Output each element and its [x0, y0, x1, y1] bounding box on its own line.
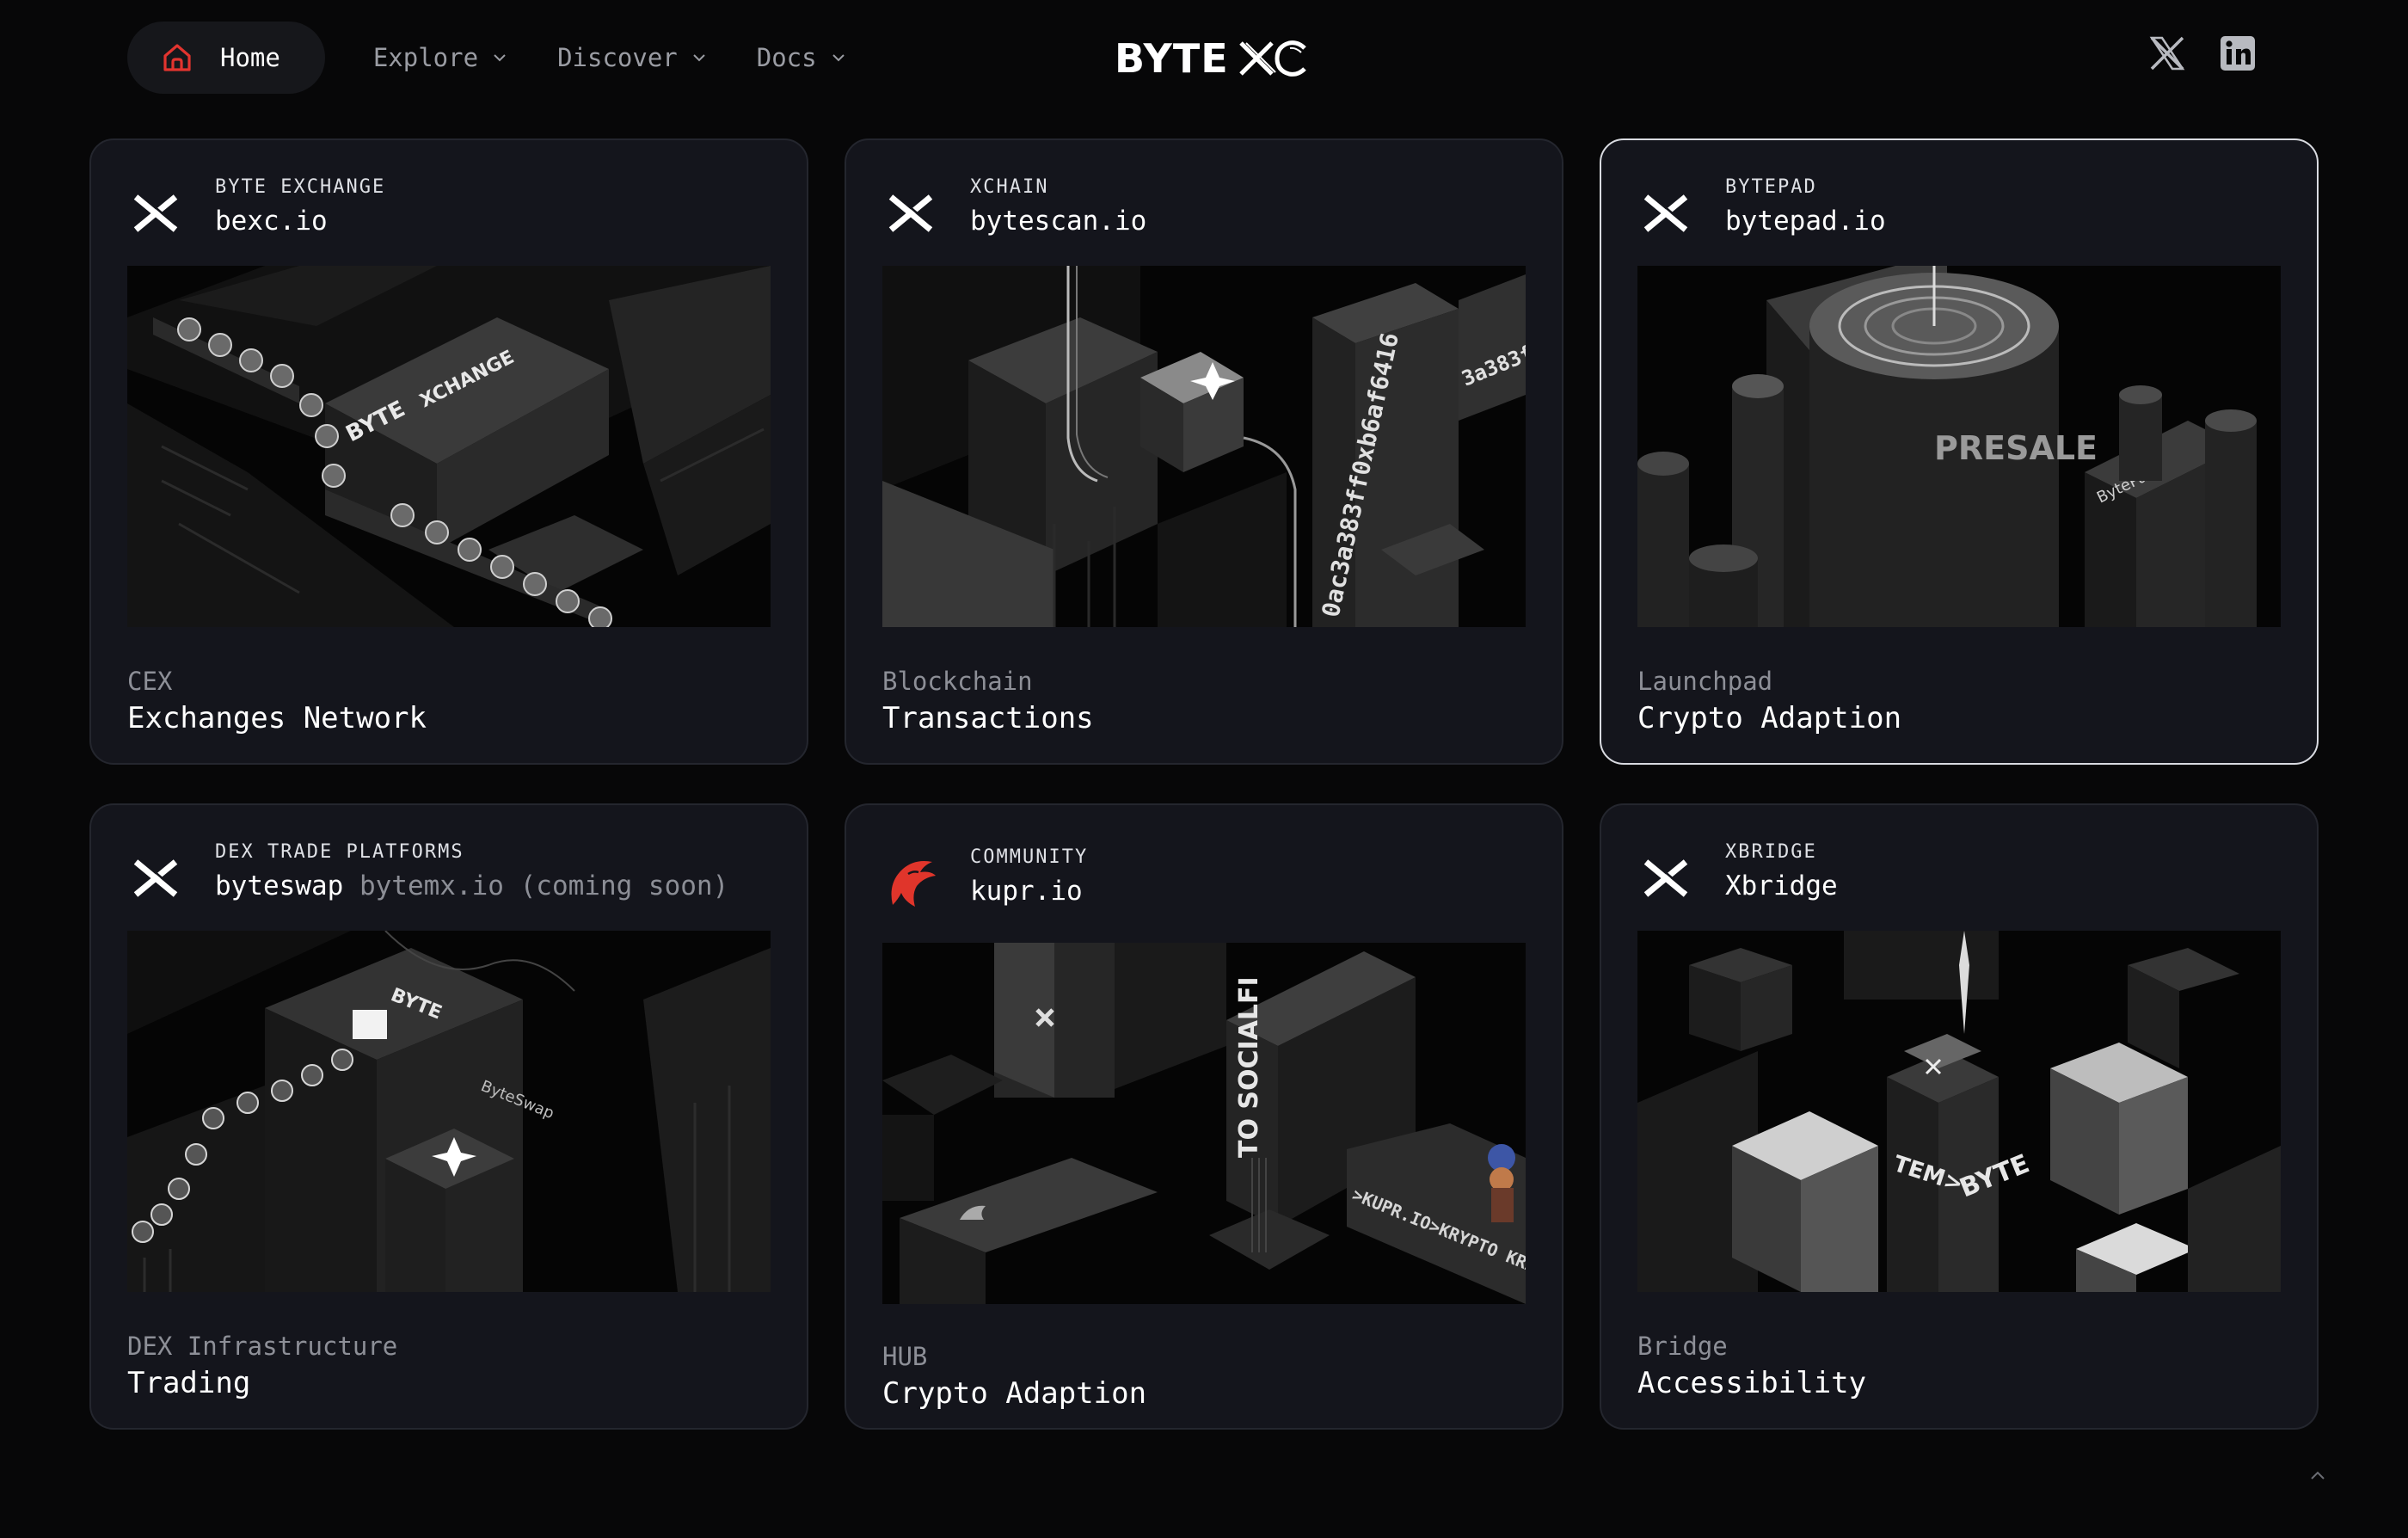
nav-explore-label: Explore — [372, 43, 479, 72]
card-title: Transactions — [882, 701, 1094, 735]
card-site-link[interactable]: kupr.io — [970, 876, 1083, 907]
card-illustration: BYTE XCHANGE — [127, 266, 771, 627]
card-site-label: bytepad.io — [1725, 206, 1886, 237]
launchpad-city-image: PRESALE BytePad — [1637, 266, 2281, 627]
card-byte-exchange[interactable]: BYTE EXCHANGE bexc.io BYTE XCHANGE CEX E… — [89, 138, 808, 765]
card-title: Trading — [127, 1366, 251, 1400]
dex-city-image: BYTE ByteSwap — [127, 931, 771, 1292]
x-icon[interactable] — [2148, 34, 2186, 72]
nav-home-label: Home — [220, 43, 280, 72]
brand-logo[interactable]: BYTE — [1115, 33, 1308, 84]
card-site-link[interactable]: byteswap bytemx.io (coming soon) — [215, 871, 728, 901]
community-city-image: TO SOCIALFI >KUPR.IO>KRYPTO KRA — [882, 943, 1526, 1304]
nav-docs-label: Docs — [756, 43, 817, 72]
card-illustration: PRESALE BytePad — [1637, 266, 2281, 627]
card-site-label: byteswap — [215, 871, 344, 901]
byte-x-logo-icon — [133, 859, 178, 897]
card-title: Crypto Adaption — [882, 1376, 1147, 1411]
card-illustration: TO SOCIALFI >KUPR.IO>KRYPTO KRA — [882, 943, 1526, 1304]
byte-x-logo-icon — [1643, 194, 1688, 232]
card-community[interactable]: COMMUNITY kupr.io TO SOCIALFI >KUPR.IO>K… — [845, 803, 1563, 1430]
card-site-coming-soon: bytemx.io (coming soon) — [359, 871, 729, 901]
scroll-to-top-icon[interactable] — [2305, 1462, 2331, 1488]
card-site-link[interactable]: bexc.io — [215, 206, 328, 237]
nav-docs[interactable]: Docs — [757, 43, 848, 72]
byte-x-logo-icon — [1643, 859, 1688, 897]
card-category: HUB — [882, 1342, 928, 1371]
chevron-down-icon — [832, 54, 845, 62]
card-title: Accessibility — [1637, 1366, 1867, 1400]
byte-x-logo-icon — [888, 194, 933, 232]
card-category: CEX — [127, 667, 173, 696]
nav-discover-label: Discover — [557, 43, 678, 72]
linkedin-icon[interactable] — [2219, 34, 2257, 72]
chevron-down-icon — [494, 54, 506, 62]
card-category: Bridge — [1637, 1332, 1728, 1361]
card-category: Blockchain — [882, 667, 1033, 696]
card-kicker: DEX TRADE PLATFORMS — [215, 841, 464, 863]
card-site-link[interactable]: bytescan.io — [970, 206, 1146, 237]
card-xbridge[interactable]: XBRIDGE Xbridge TEM> BYTE Bridge Accessi… — [1600, 803, 2319, 1430]
card-kicker: BYTE EXCHANGE — [215, 176, 386, 198]
card-kicker: COMMUNITY — [970, 846, 1089, 868]
home-icon — [163, 44, 191, 71]
blockchain-city-image: 0ac3a383ff0xb6af6416 3a383f — [882, 266, 1526, 627]
card-kicker: XCHAIN — [970, 176, 1049, 198]
card-site-label: Xbridge — [1725, 871, 1838, 901]
byte-x-logo-icon — [133, 194, 178, 232]
chevron-down-icon — [693, 54, 705, 62]
card-category: Launchpad — [1637, 667, 1773, 696]
brand-wordmark: BYTE — [1115, 35, 1229, 82]
card-category: DEX Infrastructure — [127, 1332, 398, 1361]
nav-discover[interactable]: Discover — [557, 43, 709, 72]
image-text: TO SOCIALFI — [1234, 976, 1264, 1158]
exchange-city-image: BYTE XCHANGE — [127, 266, 771, 627]
card-site-label: kupr.io — [970, 876, 1083, 907]
card-kicker: BYTEPAD — [1725, 176, 1817, 198]
card-site-label: bexc.io — [215, 206, 328, 237]
card-illustration: TEM> BYTE — [1637, 931, 2281, 1292]
xc-logo-icon — [1238, 40, 1306, 77]
card-dex-trade-platforms[interactable]: DEX TRADE PLATFORMS byteswap bytemx.io (… — [89, 803, 808, 1430]
kupr-logo-icon — [891, 861, 936, 907]
card-title: Exchanges Network — [127, 701, 427, 735]
nav-home-button[interactable]: Home — [127, 22, 325, 94]
bridge-city-image: TEM> BYTE — [1637, 931, 2281, 1292]
main-nav: Home Explore Discover Docs — [127, 22, 848, 94]
card-illustration: 0ac3a383ff0xb6af6416 3a383f — [882, 266, 1526, 627]
card-site-link[interactable]: bytepad.io — [1725, 206, 1886, 237]
card-xchain[interactable]: XCHAIN bytescan.io 0ac3a383ff0xb6af6416 … — [845, 138, 1563, 765]
card-kicker: XBRIDGE — [1725, 841, 1817, 863]
card-title: Crypto Adaption — [1637, 701, 1902, 735]
image-text: PRESALE — [1934, 429, 2098, 467]
card-illustration: BYTE ByteSwap — [127, 931, 771, 1292]
nav-explore[interactable]: Explore — [373, 43, 509, 72]
card-site-label: bytescan.io — [970, 206, 1147, 237]
card-site-link[interactable]: Xbridge — [1725, 871, 1838, 901]
card-bytepad[interactable]: BYTEPAD bytepad.io PRESALE BytePad Launc… — [1600, 138, 2319, 765]
top-navigation-bar: Home Explore Discover Docs BYTE — [0, 0, 2408, 120]
